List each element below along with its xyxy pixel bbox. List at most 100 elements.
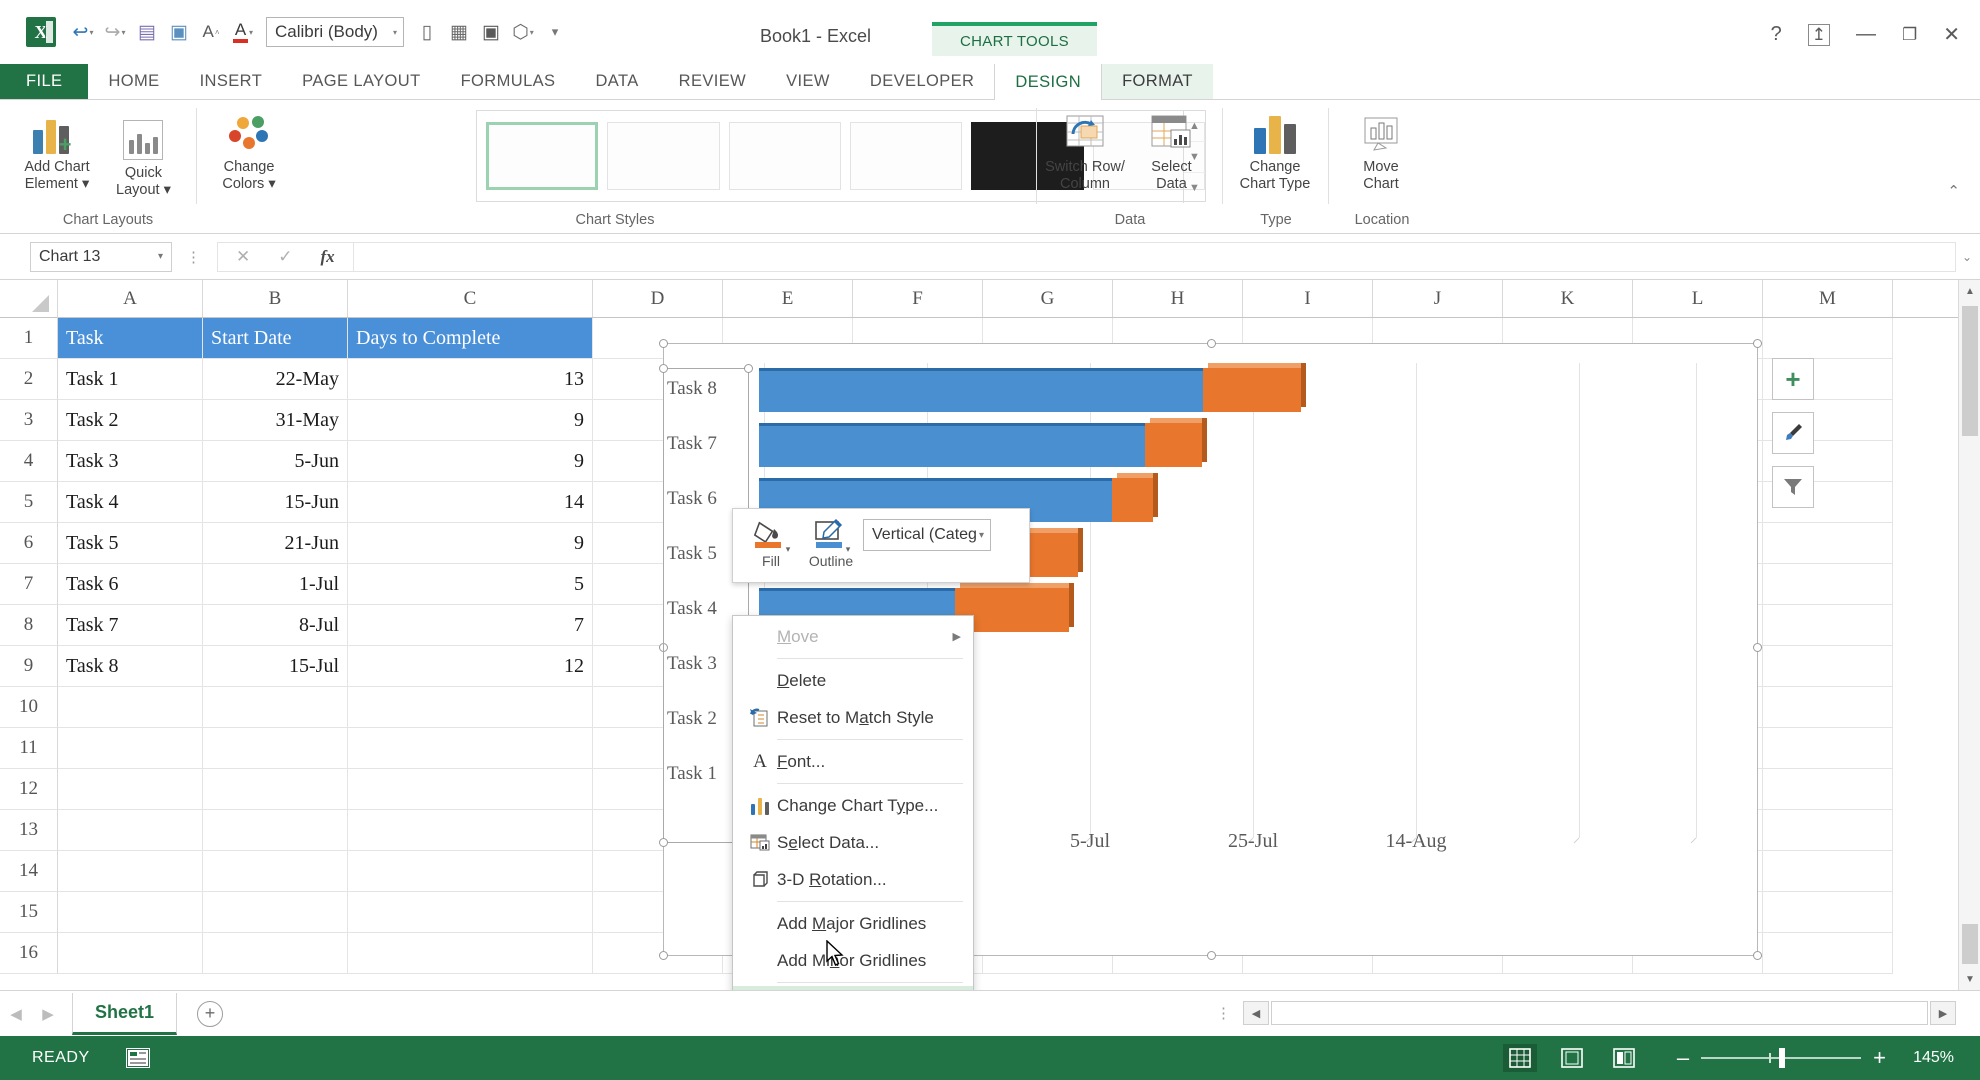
resize-handle-nw[interactable]: [659, 339, 668, 348]
fill-button[interactable]: ▾ Fill: [743, 515, 799, 569]
context-menu-item-add-minor-gridlines[interactable]: Add Minor Gridlines: [733, 942, 973, 979]
cell-A4[interactable]: Task 3: [58, 441, 203, 482]
chart-style-option-1[interactable]: [486, 122, 599, 190]
formula-input[interactable]: [353, 241, 1956, 272]
bar-segment-start[interactable]: [759, 368, 1203, 412]
select-data-button[interactable]: Select Data: [1130, 100, 1212, 193]
cell-B6[interactable]: 21-Jun: [203, 523, 348, 564]
bar-segment-duration[interactable]: [1112, 473, 1158, 522]
row-header-4[interactable]: 4: [0, 441, 58, 482]
row-header-12[interactable]: 12: [0, 769, 58, 810]
customize-qat-button[interactable]: ▾: [540, 15, 570, 49]
mini-toolbar[interactable]: ▾ Fill ▾ Outline Vertical (Categ ▾: [732, 508, 1030, 583]
ribbon-display-options-icon[interactable]: ↥: [1807, 23, 1830, 46]
row-header-10[interactable]: 10: [0, 687, 58, 728]
bar-segment-duration[interactable]: [1145, 418, 1207, 467]
cell-B4[interactable]: 5-Jun: [203, 441, 348, 482]
cell-B14[interactable]: [203, 851, 348, 892]
tab-insert[interactable]: INSERT: [180, 64, 283, 99]
context-menu-item-add-major-gridlines[interactable]: Add Major Gridlines: [733, 905, 973, 942]
name-box[interactable]: Chart 13 ▾: [30, 241, 172, 272]
scroll-down-icon[interactable]: ▼: [1959, 968, 1980, 990]
tab-file[interactable]: FILE: [0, 64, 89, 99]
undo-button[interactable]: ↩ ▾: [68, 15, 98, 49]
zoom-out-button[interactable]: –: [1677, 1045, 1689, 1071]
page-layout-view-button[interactable]: [1555, 1044, 1589, 1072]
row-header-3[interactable]: 3: [0, 400, 58, 441]
switch-row-column-button[interactable]: Switch Row/ Column: [1044, 100, 1126, 193]
cell-A12[interactable]: [58, 769, 203, 810]
cell-A6[interactable]: Task 5: [58, 523, 203, 564]
cell-M7[interactable]: [1763, 564, 1893, 605]
resize-handle-n[interactable]: [1207, 339, 1216, 348]
column-header-K[interactable]: K: [1503, 280, 1633, 317]
cell-C5[interactable]: 14: [348, 482, 593, 523]
resize-handle-s[interactable]: [1207, 951, 1216, 960]
format-painter-button[interactable]: ▯: [412, 15, 442, 49]
row-header-5[interactable]: 5: [0, 482, 58, 523]
cell-C2[interactable]: 13: [348, 359, 593, 400]
resize-handle-se[interactable]: [1753, 951, 1762, 960]
horizontal-scroll-track[interactable]: [1271, 1001, 1928, 1025]
quick-print-button[interactable]: ▣: [476, 15, 506, 49]
chart-style-option-4[interactable]: [850, 122, 963, 190]
cell-A14[interactable]: [58, 851, 203, 892]
cell-M15[interactable]: [1763, 892, 1893, 933]
move-chart-button[interactable]: Move Chart: [1332, 100, 1430, 193]
tab-formulas[interactable]: FORMULAS: [441, 64, 576, 99]
context-menu-item-select-data[interactable]: Select Data...: [733, 824, 973, 861]
axis-handle-nw[interactable]: [659, 364, 668, 373]
axis-handle-ne[interactable]: [744, 364, 753, 373]
context-menu-item-reset-to-match-style[interactable]: Reset to Match Style: [733, 699, 973, 736]
cell-M11[interactable]: [1763, 728, 1893, 769]
tab-home[interactable]: HOME: [88, 64, 179, 99]
column-header-B[interactable]: B: [203, 280, 348, 317]
tab-developer[interactable]: DEVELOPER: [850, 64, 994, 99]
cell-B7[interactable]: 1-Jul: [203, 564, 348, 605]
cell-B12[interactable]: [203, 769, 348, 810]
cell-C13[interactable]: [348, 810, 593, 851]
cell-B3[interactable]: 31-May: [203, 400, 348, 441]
context-menu-item-change-chart-type[interactable]: Change Chart Type...: [733, 787, 973, 824]
select-all-corner[interactable]: [0, 280, 58, 318]
vertical-scroll-thumb-lower[interactable]: [1962, 924, 1978, 964]
context-menu-item-move[interactable]: Move ▶: [733, 618, 973, 655]
cell-A9[interactable]: Task 8: [58, 646, 203, 687]
column-header-C[interactable]: C: [348, 280, 593, 317]
context-menu[interactable]: Move ▶ Delete Reset to Match Style A Fon…: [732, 615, 974, 1026]
row-header-11[interactable]: 11: [0, 728, 58, 769]
cell-C8[interactable]: 7: [348, 605, 593, 646]
cell-A8[interactable]: Task 7: [58, 605, 203, 646]
cell-B5[interactable]: 15-Jun: [203, 482, 348, 523]
cell-B8[interactable]: 8-Jul: [203, 605, 348, 646]
cell-A3[interactable]: Task 2: [58, 400, 203, 441]
cell-M12[interactable]: [1763, 769, 1893, 810]
cell-M13[interactable]: [1763, 810, 1893, 851]
resize-handle-ne[interactable]: [1753, 339, 1762, 348]
column-header-M[interactable]: M: [1763, 280, 1893, 317]
cell-C15[interactable]: [348, 892, 593, 933]
chart-style-option-2[interactable]: [607, 122, 720, 190]
print-preview-button[interactable]: ▣: [164, 15, 194, 49]
cell-B2[interactable]: 22-May: [203, 359, 348, 400]
resize-handle-e[interactable]: [1753, 643, 1762, 652]
close-icon[interactable]: ✕: [1943, 22, 1960, 47]
add-sheet-button[interactable]: +: [197, 1000, 224, 1027]
cell-M14[interactable]: [1763, 851, 1893, 892]
font-color-button[interactable]: A ▾: [228, 15, 258, 49]
help-icon[interactable]: ?: [1771, 23, 1782, 46]
shapes-button[interactable]: ⬡ ▾: [508, 15, 538, 49]
chart-style-option-3[interactable]: [728, 122, 842, 190]
column-header-A[interactable]: A: [58, 280, 203, 317]
cell-M6[interactable]: [1763, 523, 1893, 564]
tab-format[interactable]: FORMAT: [1102, 64, 1213, 99]
cell-A10[interactable]: [58, 687, 203, 728]
font-name-box[interactable]: Calibri (Body) ▾: [266, 17, 404, 47]
cell-B10[interactable]: [203, 687, 348, 728]
cell-C4[interactable]: 9: [348, 441, 593, 482]
context-menu-item-delete[interactable]: Delete: [733, 662, 973, 699]
redo-button[interactable]: ↪ ▾: [100, 15, 130, 49]
chart-styles-button[interactable]: [1772, 412, 1814, 454]
cell-B11[interactable]: [203, 728, 348, 769]
cell-B13[interactable]: [203, 810, 348, 851]
